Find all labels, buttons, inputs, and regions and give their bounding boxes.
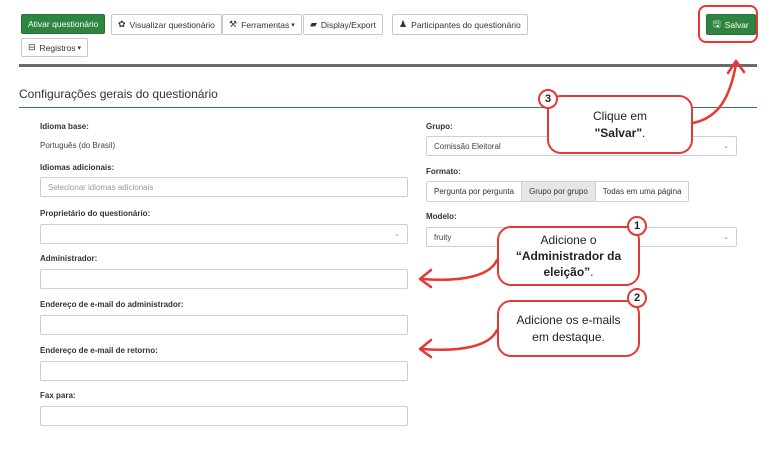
step1-line3-suffix: . — [590, 265, 594, 280]
step1-line3: eleição” — [543, 265, 591, 280]
annotation-badge-1: 1 — [627, 216, 647, 236]
step1-line2: “Administrador da — [515, 248, 622, 263]
step1-line1: Adicione o — [540, 232, 597, 247]
step2-line2: em destaque. — [532, 329, 605, 344]
step1-line3-wrap: eleição”. — [543, 264, 593, 280]
step2-line1: Adicione os e-mails — [516, 313, 621, 328]
annotation-arrows — [418, 59, 746, 359]
annotation-badge-2: 2 — [627, 288, 647, 308]
annotation-step-3: Clique em "Salvar". — [547, 95, 693, 154]
step3-line2-suffix: . — [642, 125, 646, 140]
annotation-step-2: Adicione os e-mails em destaque. — [497, 300, 640, 357]
step3-line2: "Salvar" — [594, 125, 643, 140]
step3-line2-wrap: "Salvar". — [595, 125, 646, 141]
annotation-badge-3: 3 — [538, 89, 558, 109]
step3-line1: Clique em — [592, 109, 648, 124]
annotation-step-1: Adicione o “Administrador da eleição”. — [497, 226, 640, 286]
